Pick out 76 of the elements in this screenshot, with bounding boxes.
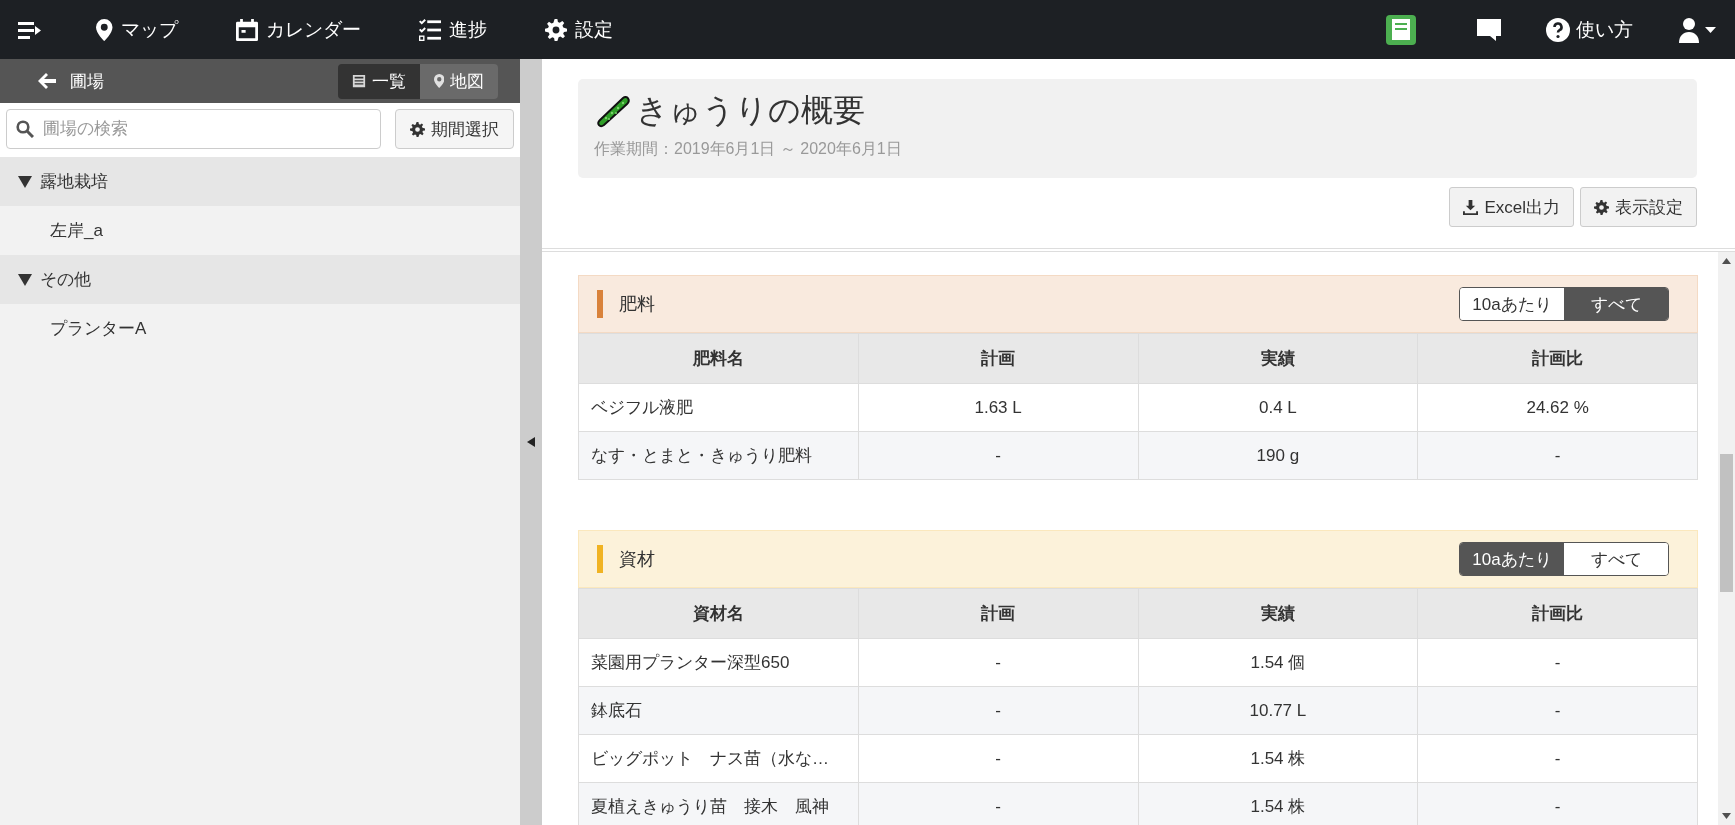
search-icon bbox=[16, 120, 34, 138]
checklist-icon bbox=[418, 18, 441, 41]
download-icon bbox=[1463, 199, 1479, 215]
sidebar-title: 圃場 bbox=[70, 70, 105, 93]
nav-link[interactable]: カレンダー bbox=[225, 10, 371, 49]
search-field[interactable]: 圃場の検索 bbox=[6, 109, 381, 149]
book-icon[interactable] bbox=[1386, 14, 1416, 45]
period-button[interactable]: 期間選択 bbox=[395, 109, 514, 149]
nav-link[interactable]: マップ bbox=[86, 10, 188, 49]
table-cell: - bbox=[858, 782, 1138, 825]
table-cell: - bbox=[1417, 686, 1698, 735]
unit-toggle[interactable]: すべて bbox=[1564, 288, 1668, 320]
scroll-down-arrow-icon[interactable] bbox=[1722, 813, 1731, 819]
table-cell: - bbox=[1417, 782, 1698, 825]
help-icon bbox=[1546, 17, 1570, 42]
table-cell: ベジフル液肥 bbox=[578, 383, 859, 432]
work-period: 作業期間：2019年6月1日 ～ 2020年6月1日 bbox=[594, 139, 903, 159]
column-header: 計画比 bbox=[1417, 333, 1698, 384]
table-cell: ビッグポット ナス苗（水な… bbox=[578, 734, 859, 783]
table-cell: - bbox=[858, 734, 1138, 783]
column-header: 資材名 bbox=[578, 588, 859, 639]
settings-icon bbox=[544, 18, 567, 41]
list-icon bbox=[351, 74, 366, 88]
help-link[interactable]: 使い方 bbox=[1546, 16, 1633, 43]
table-cell: - bbox=[1417, 734, 1698, 783]
column-header: 肥料名 bbox=[578, 333, 859, 384]
table-cell: 鉢底石 bbox=[578, 686, 859, 735]
column-header: 実績 bbox=[1138, 333, 1418, 384]
menu-icon[interactable] bbox=[18, 19, 42, 40]
column-header: 計画比 bbox=[1417, 588, 1698, 639]
table-cell: 10.77 L bbox=[1138, 686, 1418, 735]
table-cell: 夏植えきゅうり苗 接木 風神 bbox=[578, 782, 859, 825]
column-header: 計画 bbox=[858, 588, 1138, 639]
settings-icon bbox=[410, 121, 425, 137]
section-title: 資材 bbox=[619, 548, 656, 571]
table-cell: - bbox=[858, 431, 1138, 480]
nav-link[interactable]: 進捗 bbox=[408, 10, 497, 49]
map-pin-icon bbox=[433, 74, 444, 88]
table-cell: 1.54 株 bbox=[1138, 782, 1418, 825]
user-menu-icon[interactable] bbox=[1679, 16, 1717, 43]
table-cell: 菜園用プランター深型650 bbox=[578, 638, 859, 687]
table-cell: - bbox=[858, 686, 1138, 735]
tree-group[interactable]: その他 bbox=[0, 255, 520, 304]
page-title: きゅうりの概要 bbox=[636, 91, 865, 130]
tree-group[interactable]: 露地栽培 bbox=[0, 157, 520, 206]
back-button[interactable] bbox=[38, 73, 56, 89]
unit-toggle[interactable]: 10aあたり bbox=[1460, 288, 1564, 320]
table-cell: 1.63 L bbox=[858, 383, 1138, 432]
view-tab[interactable]: 地図 bbox=[419, 63, 498, 99]
table-cell: 1.54 個 bbox=[1138, 638, 1418, 687]
calendar-icon bbox=[235, 18, 258, 41]
nav-link[interactable]: 設定 bbox=[534, 10, 623, 49]
collapse-caret-icon[interactable] bbox=[527, 437, 535, 447]
scrollbar-thumb[interactable] bbox=[1720, 454, 1733, 592]
table-cell: - bbox=[1417, 431, 1698, 480]
column-header: 計画 bbox=[858, 333, 1138, 384]
settings-icon bbox=[1594, 199, 1609, 215]
toolbar-button[interactable]: Excel出力 bbox=[1449, 187, 1574, 227]
map-pin-icon bbox=[96, 18, 113, 41]
table-cell: - bbox=[858, 638, 1138, 687]
table-cell: なす・とまと・きゅうり肥料 bbox=[578, 431, 859, 480]
unit-toggle[interactable]: 10aあたり bbox=[1460, 543, 1564, 575]
column-header: 実績 bbox=[1138, 588, 1418, 639]
back-arrow-icon bbox=[38, 73, 56, 89]
table-cell: 1.54 株 bbox=[1138, 734, 1418, 783]
scrollbar[interactable] bbox=[1718, 252, 1735, 825]
unit-toggle[interactable]: すべて bbox=[1564, 543, 1668, 575]
section-title: 肥料 bbox=[619, 293, 656, 316]
toolbar-button[interactable]: 表示設定 bbox=[1580, 187, 1697, 227]
table-cell: 190 g bbox=[1138, 431, 1418, 480]
table-cell: 24.62 % bbox=[1417, 383, 1698, 432]
table-cell: 0.4 L bbox=[1138, 383, 1418, 432]
chat-icon[interactable] bbox=[1476, 17, 1502, 42]
scroll-up-arrow-icon[interactable] bbox=[1722, 258, 1731, 264]
table-cell: - bbox=[1417, 638, 1698, 687]
view-tab[interactable]: 一覧 bbox=[337, 63, 420, 99]
